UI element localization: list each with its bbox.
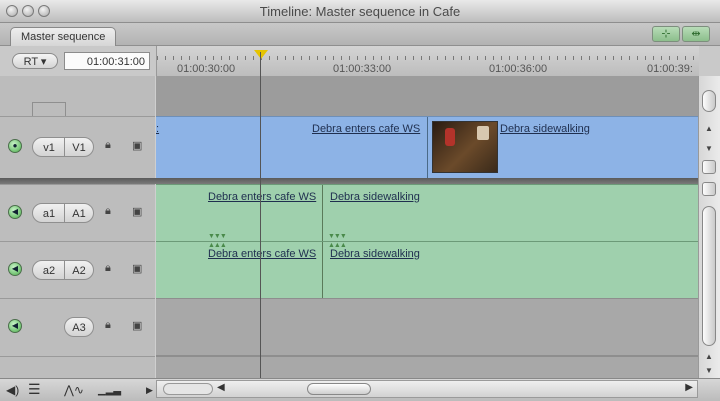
audio-scroll-thumb[interactable] xyxy=(702,206,716,346)
lock-icon[interactable]: 🔒︎ xyxy=(105,205,111,218)
auto-select-icon[interactable]: ▣ xyxy=(132,262,142,275)
link-marker-icon: ▼▼▼ xyxy=(328,233,347,240)
edit-point[interactable] xyxy=(322,242,323,298)
horizontal-scrollbar[interactable]: ◀ ▶ xyxy=(156,380,698,398)
track-layout-arrow-icon[interactable]: ▶ xyxy=(146,385,153,396)
video-scroll-thumb[interactable] xyxy=(702,90,716,112)
track-header-a2: ◀ a2 A2 🔒︎ ▣ xyxy=(0,241,155,299)
source-control-a2[interactable]: a2 xyxy=(32,260,66,280)
edit-point[interactable] xyxy=(427,117,428,179)
timeline-window: Timeline: Master sequence in Cafe Master… xyxy=(0,0,720,401)
track-audible-icon[interactable]: ◀ xyxy=(8,205,22,219)
lock-icon[interactable]: 🔒︎ xyxy=(105,319,111,332)
track-empty[interactable] xyxy=(156,356,698,378)
rt-popup-button[interactable]: RT ▾ xyxy=(12,53,58,69)
track-visibility-icon[interactable]: ● xyxy=(8,139,22,153)
lock-icon[interactable]: 🔒︎ xyxy=(105,139,111,152)
clip-debra-enters-cafe-ws[interactable]: Debra enters cafe WS xyxy=(208,191,316,203)
source-control-a1[interactable]: a1 xyxy=(32,203,66,223)
dest-control-a3[interactable]: A3 xyxy=(64,317,94,337)
scroll-left-icon[interactable]: ◀ xyxy=(217,382,225,393)
divider-handle[interactable] xyxy=(702,160,716,174)
ruler-label: 01:00:39: xyxy=(647,63,693,75)
scroll-up-icon[interactable]: ▲ xyxy=(705,352,713,361)
ruler-label: 01:00:36:00 xyxy=(489,63,548,75)
clip-debra-sidewalking[interactable]: Debra sidewalking xyxy=(330,248,420,260)
scroll-up-icon[interactable]: ▲ xyxy=(705,124,713,133)
track-audible-icon[interactable]: ◀ xyxy=(8,262,22,276)
edit-point[interactable] xyxy=(322,185,323,241)
dest-control-v1[interactable]: V1 xyxy=(64,137,94,157)
playhead-line[interactable] xyxy=(260,52,261,382)
vertical-scrollbar[interactable]: ▲ ▼ ▲ ▼ xyxy=(698,76,720,378)
header-bracket xyxy=(32,102,66,117)
scroll-right-icon[interactable]: ▶ xyxy=(685,382,693,393)
ruler-label: 01:00:33:00 xyxy=(333,63,392,75)
scroll-down-icon[interactable]: ▼ xyxy=(705,366,713,375)
track-header-a1: ◀ a1 A1 🔒︎ ▣ xyxy=(0,184,155,242)
track-height-icon[interactable]: ☰ xyxy=(28,381,41,398)
window-title: Timeline: Master sequence in Cafe xyxy=(259,4,461,19)
auto-select-icon[interactable]: ▣ xyxy=(132,205,142,218)
divider-handle[interactable] xyxy=(702,182,716,196)
clip-debra-sidewalking[interactable]: Debra sidewalking xyxy=(500,123,590,135)
track-a1[interactable]: Debra enters cafe WS Debra sidewalking ▼… xyxy=(156,184,698,242)
empty-video-area xyxy=(156,76,698,116)
track-a3[interactable] xyxy=(156,298,698,356)
current-timecode-field[interactable]: 01:00:31:00 xyxy=(64,52,150,70)
title-bar: Timeline: Master sequence in Cafe xyxy=(0,0,720,23)
track-header-empty xyxy=(0,356,155,379)
track-header-spacer xyxy=(0,76,155,117)
tab-bar: Master sequence ⊹ ⇹ xyxy=(0,23,720,46)
timeline-tracks[interactable]: : Debra enters cafe WS Debra sidewalking… xyxy=(156,76,698,378)
link-marker-icon: ▼▼▼ xyxy=(208,233,227,240)
source-control-v1[interactable]: v1 xyxy=(32,137,66,157)
dest-control-a2[interactable]: A2 xyxy=(64,260,94,280)
track-audible-icon[interactable]: ◀ xyxy=(8,319,22,333)
clip-edge-marker: : xyxy=(156,123,160,135)
audio-controls-icon[interactable]: ◀) xyxy=(6,383,19,397)
lock-icon[interactable]: 🔒︎ xyxy=(105,262,111,275)
time-ruler[interactable]: 01:00:30:00 01:00:33:00 01:00:36:00 01:0… xyxy=(156,46,699,77)
auto-select-icon[interactable]: ▣ xyxy=(132,319,142,332)
ruler-ticks xyxy=(157,56,699,60)
snapping-icon[interactable]: ⊹ xyxy=(652,26,680,42)
track-a2[interactable]: ▲▲▲ ▲▲▲ Debra enters cafe WS Debra sidew… xyxy=(156,241,698,299)
auto-select-icon[interactable]: ▣ xyxy=(132,139,142,152)
track-header-a3: ◀ A3 🔒︎ ▣ xyxy=(0,298,155,357)
horizontal-scroll-thumb[interactable] xyxy=(307,383,371,395)
zoom-slider[interactable] xyxy=(163,383,213,395)
clip-overlays-icon[interactable]: ⋀∿ xyxy=(64,383,84,397)
track-header-v1: ● v1 V1 🔒︎ ▣ xyxy=(0,116,155,179)
playhead-icon[interactable] xyxy=(254,50,268,59)
clip-thumbnail xyxy=(432,121,498,173)
tab-master-sequence[interactable]: Master sequence xyxy=(10,27,117,46)
video-audio-divider[interactable] xyxy=(0,178,720,184)
clip-debra-enters-cafe-ws[interactable]: Debra enters cafe WS xyxy=(208,248,316,260)
clip-debra-enters-cafe-ws[interactable]: Debra enters cafe WS xyxy=(312,123,420,135)
track-v1[interactable]: : Debra enters cafe WS Debra sidewalking xyxy=(156,116,698,180)
scroll-down-icon[interactable]: ▼ xyxy=(705,144,713,153)
linking-icon[interactable]: ⇹ xyxy=(682,26,710,42)
clip-debra-sidewalking[interactable]: Debra sidewalking xyxy=(330,191,420,203)
track-size-icon[interactable]: ▁▂▃ xyxy=(98,385,121,396)
dest-control-a1[interactable]: A1 xyxy=(64,203,94,223)
ruler-label: 01:00:30:00 xyxy=(177,63,236,75)
